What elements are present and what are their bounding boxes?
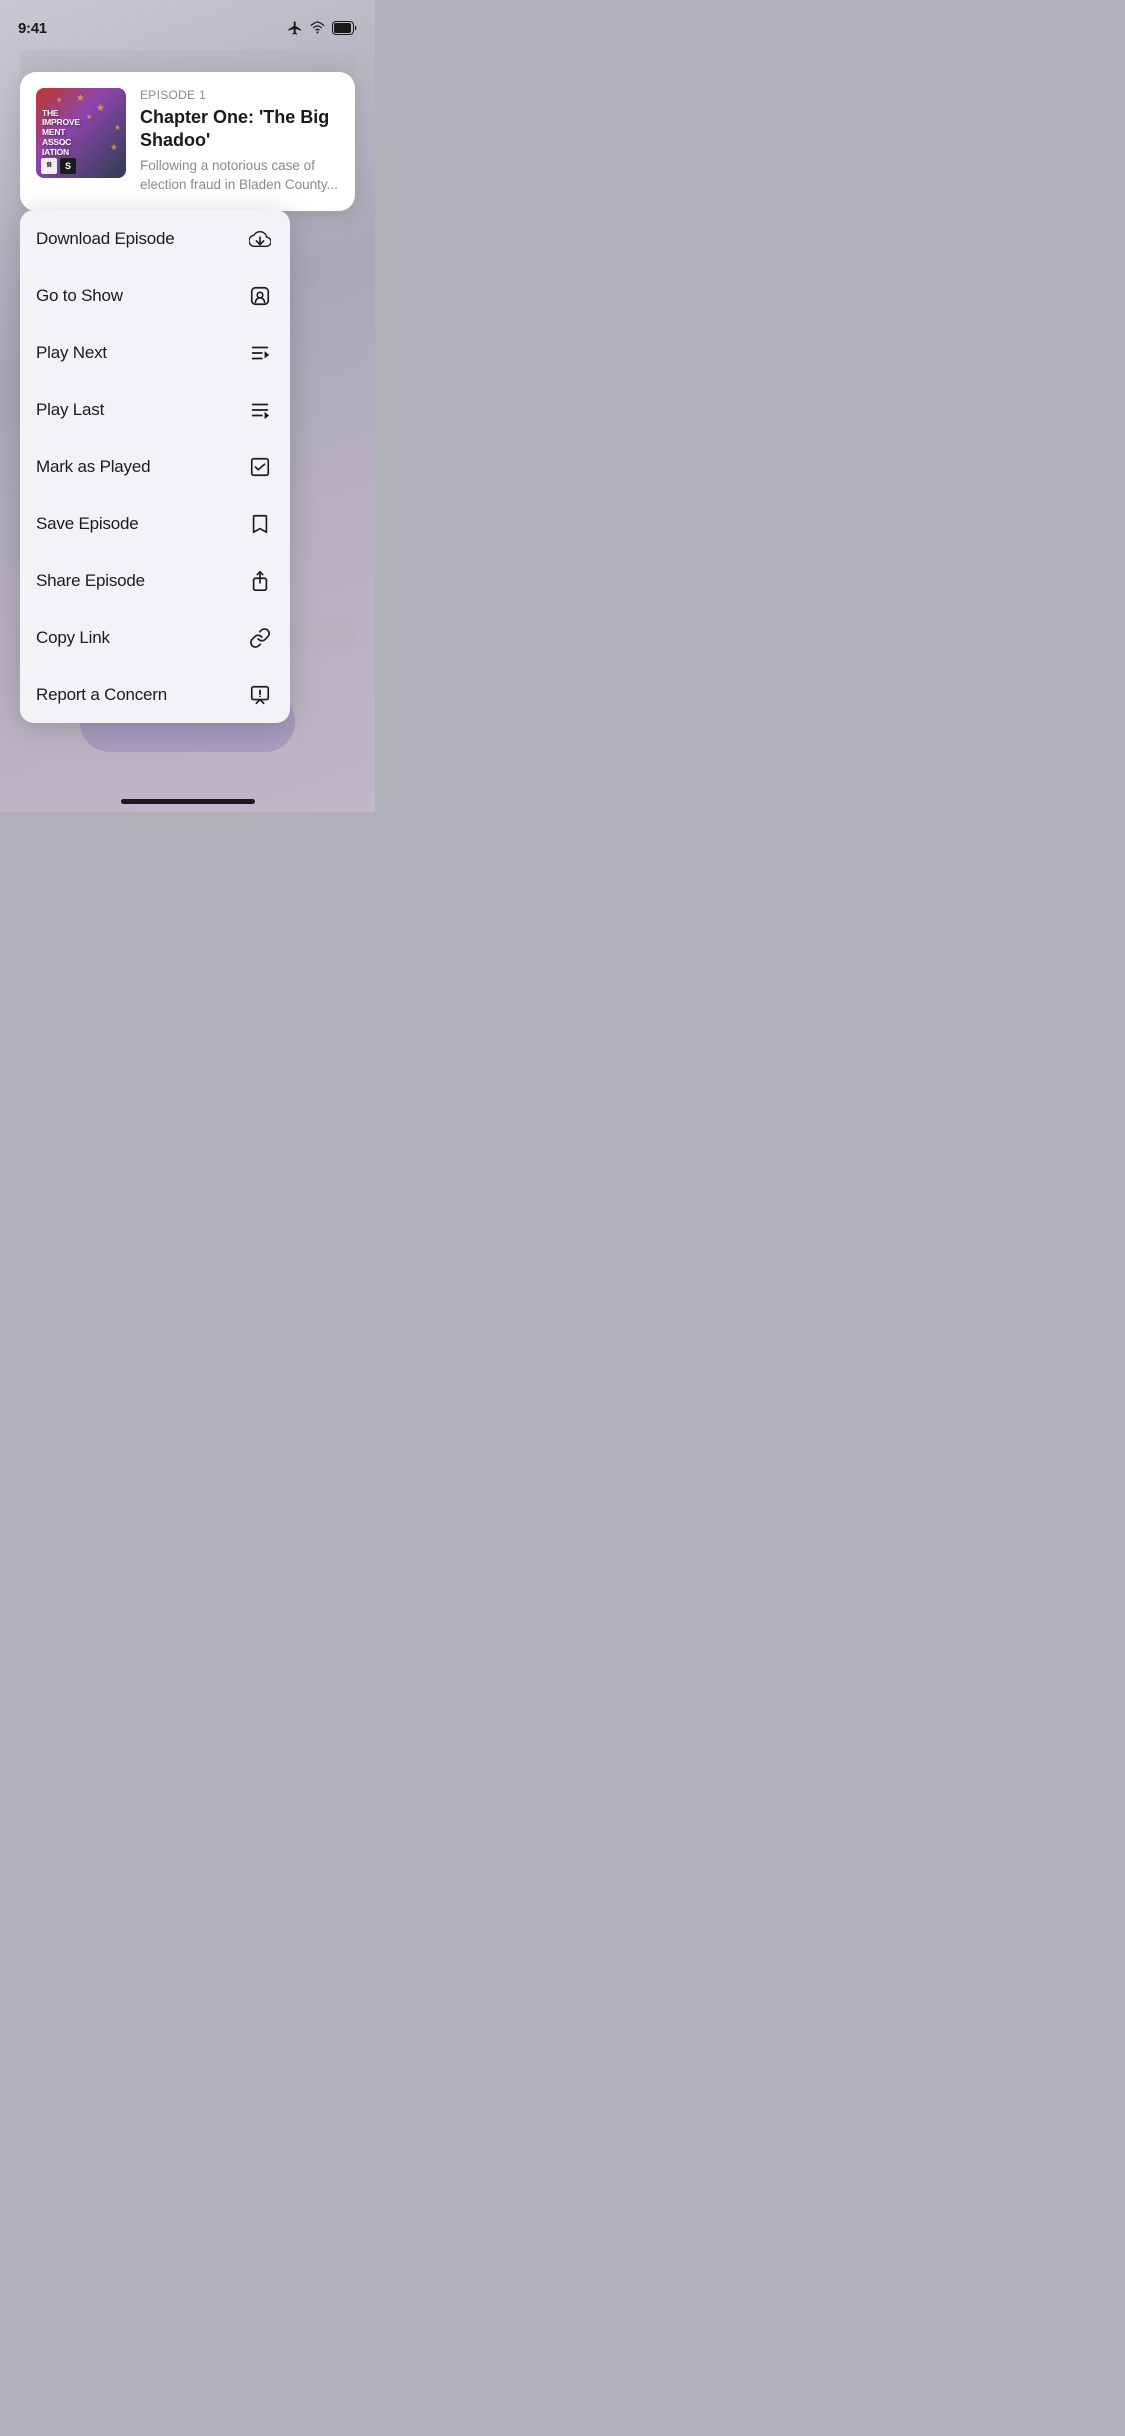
menu-item-goto-show-label: Go to Show bbox=[36, 286, 123, 306]
episode-artwork: ★ ★ ★ ★ ★ ★ ★ ★ THE IMPROVE MENT ASSOC I… bbox=[36, 88, 126, 178]
report-icon bbox=[246, 681, 274, 709]
link-icon bbox=[246, 624, 274, 652]
menu-item-report-concern-label: Report a Concern bbox=[36, 685, 167, 705]
menu-item-report-concern[interactable]: Report a Concern bbox=[20, 666, 290, 723]
episode-description: Following a notorious case of election f… bbox=[140, 157, 339, 195]
menu-item-goto-show[interactable]: Go to Show bbox=[20, 267, 290, 324]
podcast-icon bbox=[246, 282, 274, 310]
menu-item-play-next[interactable]: Play Next bbox=[20, 324, 290, 381]
download-icon bbox=[246, 225, 274, 253]
menu-item-play-last[interactable]: Play Last bbox=[20, 381, 290, 438]
menu-item-play-next-label: Play Next bbox=[36, 343, 107, 363]
menu-item-copy-link-label: Copy Link bbox=[36, 628, 110, 648]
checkmark-icon bbox=[246, 453, 274, 481]
episode-info: EPISODE 1 Chapter One: 'The Big Shadoo' … bbox=[140, 88, 339, 195]
menu-item-play-last-label: Play Last bbox=[36, 400, 104, 420]
menu-item-save-episode[interactable]: Save Episode bbox=[20, 495, 290, 552]
bookmark-icon bbox=[246, 510, 274, 538]
status-icons bbox=[287, 20, 357, 36]
airplane-icon bbox=[287, 20, 303, 36]
episode-title: Chapter One: 'The Big Shadoo' bbox=[140, 106, 339, 151]
episode-number: EPISODE 1 bbox=[140, 88, 339, 102]
status-bar: 9:41 bbox=[0, 0, 375, 44]
wifi-icon bbox=[309, 20, 326, 36]
status-time: 9:41 bbox=[18, 20, 47, 37]
artwork-logos: 𝕹 S bbox=[41, 158, 76, 174]
menu-item-save-episode-label: Save Episode bbox=[36, 514, 139, 534]
menu-item-download-label: Download Episode bbox=[36, 229, 175, 249]
battery-icon bbox=[332, 21, 357, 35]
menu-item-copy-link[interactable]: Copy Link bbox=[20, 609, 290, 666]
menu-item-share-episode-label: Share Episode bbox=[36, 571, 145, 591]
context-menu: Download Episode Go to Show Play Next bbox=[20, 210, 290, 723]
home-indicator bbox=[121, 799, 255, 804]
share-icon bbox=[246, 567, 274, 595]
play-last-icon bbox=[246, 396, 274, 424]
play-next-icon bbox=[246, 339, 274, 367]
menu-item-mark-played-label: Mark as Played bbox=[36, 457, 150, 477]
menu-item-download[interactable]: Download Episode bbox=[20, 210, 290, 267]
episode-card: ★ ★ ★ ★ ★ ★ ★ ★ THE IMPROVE MENT ASSOC I… bbox=[20, 72, 355, 211]
menu-item-share-episode[interactable]: Share Episode bbox=[20, 552, 290, 609]
menu-item-mark-played[interactable]: Mark as Played bbox=[20, 438, 290, 495]
